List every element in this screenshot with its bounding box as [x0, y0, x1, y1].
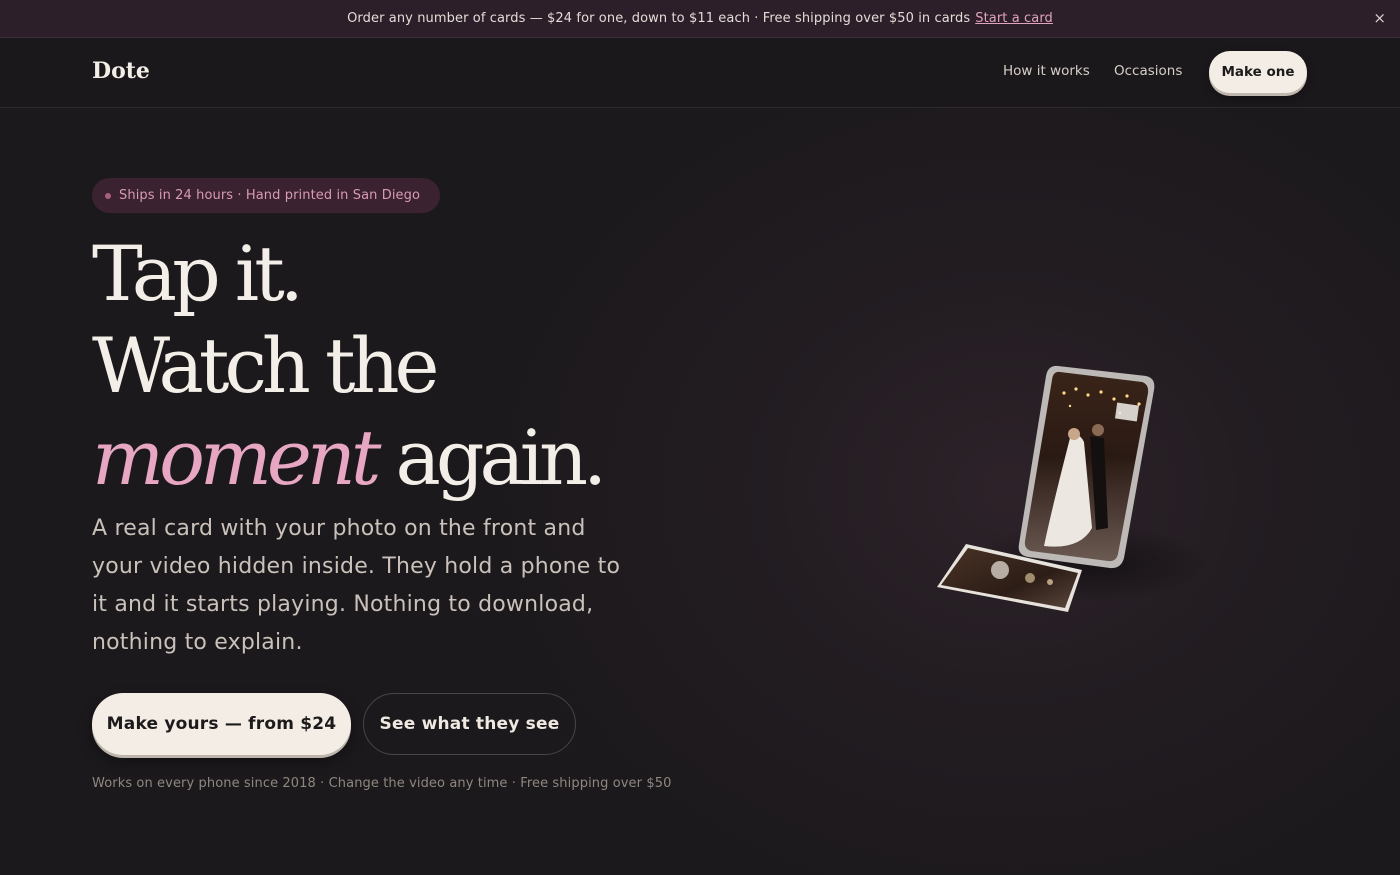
make-one-button[interactable]: Make one: [1209, 51, 1307, 93]
badge-text: Ships in 24 hours · Hand printed in San …: [119, 188, 421, 203]
start-card-link[interactable]: Start a card: [975, 11, 1053, 26]
hero-description: A real card with your photo on the front…: [92, 516, 621, 655]
headline-line-3: again.: [395, 413, 608, 502]
top-nav: Dote How it works Occasions Make one: [0, 38, 1400, 108]
headline-line-1: Tap it.: [92, 229, 304, 318]
nav-occasions[interactable]: Occasions: [1114, 63, 1182, 79]
shipping-badge: Ships in 24 hours · Hand printed in San …: [92, 178, 440, 213]
dot-icon: [105, 193, 111, 199]
headline-accent: moment: [92, 413, 381, 502]
announcement-text: Order any number of cards — $24 for one,…: [347, 11, 971, 26]
see-what-they-see-button[interactable]: See what they see: [363, 693, 576, 755]
headline-line-2: Watch the: [92, 321, 439, 410]
hero-section: Ships in 24 hours · Hand printed in San …: [0, 108, 1400, 875]
hero-fineprint: Works on every phone since 2018 · Change…: [92, 776, 672, 791]
hero-headline: Tap it. Watch the moment again.: [92, 228, 712, 504]
announcement-bar: Order any number of cards — $24 for one,…: [0, 0, 1400, 38]
close-icon[interactable]: ×: [1373, 9, 1386, 27]
make-yours-button[interactable]: Make yours — from $24: [92, 693, 351, 755]
nav-how-it-works[interactable]: How it works: [1003, 63, 1090, 79]
brand-logo[interactable]: Dote: [92, 58, 150, 84]
